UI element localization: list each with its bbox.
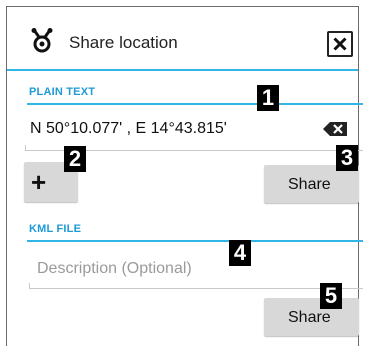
share-kml-button[interactable]: Share bbox=[264, 298, 359, 336]
kml-file-divider bbox=[27, 240, 363, 242]
plain-text-header: PLAIN TEXT bbox=[29, 86, 96, 98]
underline-tick bbox=[29, 283, 30, 289]
share-location-dialog: Share location PLAIN TEXT N 50°10.077' ,… bbox=[6, 6, 363, 346]
kml-file-header: KML FILE bbox=[29, 223, 82, 235]
close-button[interactable] bbox=[327, 31, 353, 57]
share-button-label: Share bbox=[288, 309, 331, 326]
annotation-badge-2: 2 bbox=[64, 146, 86, 172]
plus-icon: + bbox=[31, 167, 47, 197]
close-icon bbox=[333, 37, 347, 51]
dialog-title: Share location bbox=[69, 33, 178, 52]
underline-tick bbox=[25, 145, 26, 151]
description-input[interactable]: Description (Optional) bbox=[37, 260, 192, 278]
annotation-badge-4: 4 bbox=[229, 240, 251, 266]
title-divider bbox=[7, 69, 358, 71]
title-bar: Share location bbox=[7, 7, 358, 69]
description-underline bbox=[29, 288, 363, 289]
coordinates-text[interactable]: N 50°10.077' , E 14°43.815' bbox=[30, 120, 227, 138]
annotation-badge-1: 1 bbox=[257, 85, 279, 111]
share-button-label: Share bbox=[288, 176, 331, 193]
backspace-clear-icon[interactable] bbox=[323, 122, 347, 136]
cgeo-logo-icon bbox=[31, 28, 53, 54]
plain-text-divider bbox=[27, 103, 363, 105]
annotation-badge-5: 5 bbox=[320, 283, 342, 309]
annotation-badge-3: 3 bbox=[336, 145, 358, 171]
